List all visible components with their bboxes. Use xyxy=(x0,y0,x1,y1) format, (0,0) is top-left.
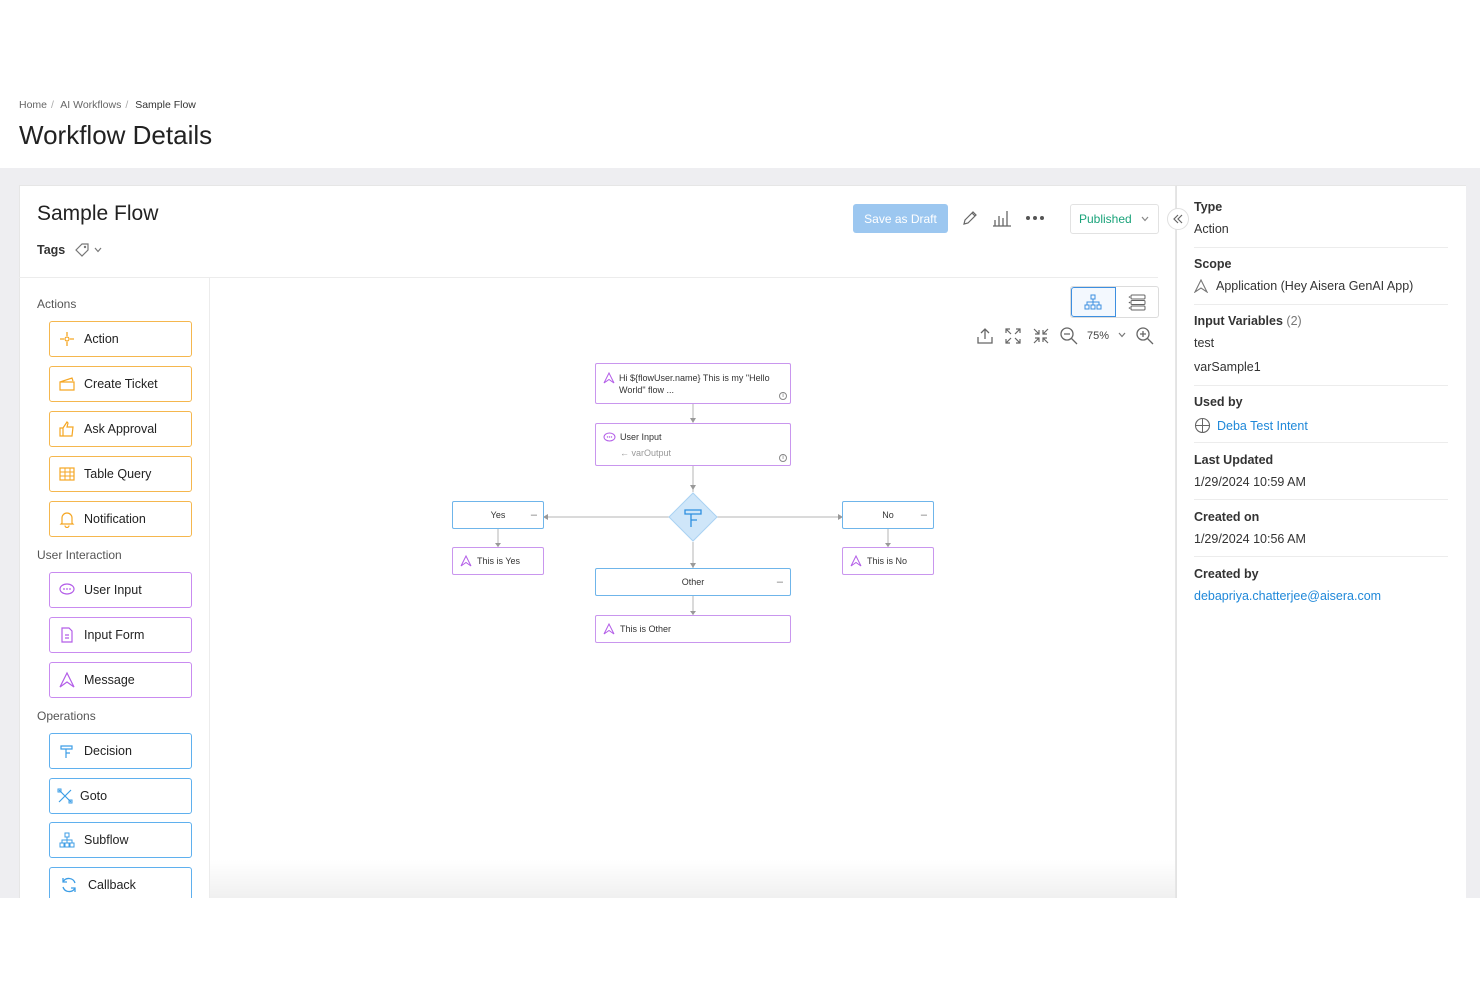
message-icon xyxy=(603,623,615,635)
message-node-other[interactable]: This is Other xyxy=(595,615,791,643)
message-icon xyxy=(460,555,472,567)
info-icon[interactable]: i xyxy=(779,454,787,462)
user-input-node-var: ← varOutput xyxy=(620,448,672,458)
message-node-text: Hi ${flowUser.name} This is my "Hello Wo… xyxy=(619,373,770,395)
bottom-margin xyxy=(0,898,1480,987)
last-updated-label: Last Updated xyxy=(1194,453,1274,467)
node-text: This is No xyxy=(867,556,908,566)
intent-icon xyxy=(1194,417,1211,434)
branch-other-node[interactable]: Other – xyxy=(595,568,791,596)
collapse-branch-icon[interactable]: – xyxy=(777,576,783,588)
input-variables-label: Input Variables (2) xyxy=(1194,314,1302,328)
chat-bubble-icon xyxy=(603,432,616,442)
node-text: This is Yes xyxy=(477,556,521,566)
divider xyxy=(1194,499,1448,500)
created-by-label: Created by xyxy=(1194,567,1259,581)
branch-yes-node[interactable]: Yes – xyxy=(452,501,544,529)
scope-value: Application (Hey Aisera GenAI App) xyxy=(1216,279,1414,293)
scope-row: Application (Hey Aisera GenAI App) xyxy=(1194,279,1413,293)
flow-edges xyxy=(495,404,891,615)
divider xyxy=(1194,556,1448,557)
message-icon xyxy=(1194,279,1208,293)
decision-node[interactable] xyxy=(668,492,718,542)
used-by-label: Used by xyxy=(1194,395,1243,409)
variable-name: varOutput xyxy=(631,448,672,458)
user-input-node[interactable]: User Input ← varOutput i xyxy=(595,423,791,466)
message-icon xyxy=(850,555,862,567)
branch-no-node[interactable]: No – xyxy=(842,501,934,529)
user-input-node-title: User Input xyxy=(620,432,662,442)
created-by-email-link[interactable]: debapriya.chatterjee@aisera.com xyxy=(1194,589,1381,603)
used-by-link[interactable]: Deba Test Intent xyxy=(1217,419,1308,433)
canvas-bottom-shadow xyxy=(210,860,1176,898)
scope-label: Scope xyxy=(1194,257,1232,271)
input-variables-count: (2) xyxy=(1286,314,1302,328)
used-by-row: Deba Test Intent xyxy=(1194,417,1308,434)
message-icon xyxy=(603,372,615,384)
last-updated-value: 1/29/2024 10:59 AM xyxy=(1194,475,1306,489)
branch-label: Other xyxy=(681,577,705,587)
divider xyxy=(1194,304,1448,305)
collapse-branch-icon[interactable]: – xyxy=(921,509,927,521)
input-variable-item: test xyxy=(1194,336,1215,350)
input-variable-item: varSample1 xyxy=(1194,360,1261,374)
branch-label: Yes xyxy=(490,510,506,520)
type-value: Action xyxy=(1194,222,1229,236)
message-node[interactable]: Hi ${flowUser.name} This is my "Hello Wo… xyxy=(595,363,791,404)
type-label: Type xyxy=(1194,200,1223,214)
divider xyxy=(1194,247,1448,248)
collapse-branch-icon[interactable]: – xyxy=(531,509,537,521)
node-text: This is Other xyxy=(620,624,672,634)
message-node-no[interactable]: This is No xyxy=(842,547,934,575)
input-variables-title: Input Variables xyxy=(1194,314,1283,328)
branch-label: No xyxy=(882,510,894,520)
created-on-label: Created on xyxy=(1194,510,1260,524)
info-icon[interactable]: i xyxy=(779,392,787,400)
message-node-yes[interactable]: This is Yes xyxy=(452,547,544,575)
divider xyxy=(1194,385,1448,386)
created-on-value: 1/29/2024 10:56 AM xyxy=(1194,532,1306,546)
divider xyxy=(1194,442,1448,443)
